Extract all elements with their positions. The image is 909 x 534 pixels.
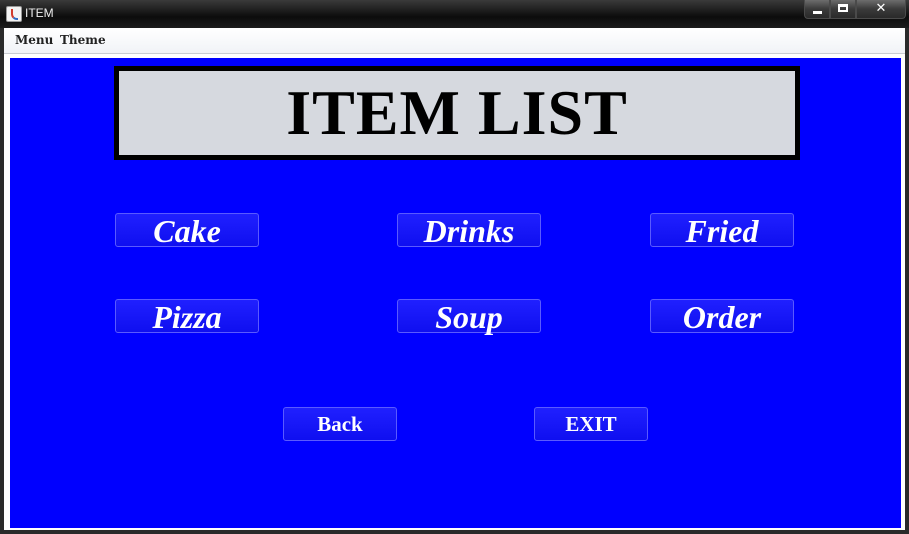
pizza-button[interactable]: Pizza (115, 299, 259, 334)
menu-bar: Menu Theme (4, 28, 905, 54)
window-frame-left (0, 28, 4, 534)
page-title: ITEM LIST (286, 77, 628, 148)
cake-button[interactable]: Cake (115, 213, 259, 248)
java-coffee-icon (6, 6, 22, 22)
title-box: ITEM LIST (114, 66, 800, 160)
soup-button[interactable]: Soup (397, 299, 541, 334)
back-button[interactable]: Back (283, 407, 397, 441)
fried-button[interactable]: Fried (650, 213, 794, 248)
minimize-button[interactable] (804, 0, 830, 19)
menu-theme[interactable]: Theme (60, 33, 106, 47)
minimize-icon (813, 11, 822, 14)
window-titlebar: ITEM ✕ (0, 0, 909, 28)
menu-menu[interactable]: Menu (15, 33, 53, 47)
maximize-icon (838, 4, 848, 12)
window-frame-right (905, 28, 909, 534)
window-frame-bottom (0, 530, 909, 534)
order-button[interactable]: Order (650, 299, 794, 334)
maximize-button[interactable] (830, 0, 856, 19)
exit-button[interactable]: EXIT (534, 407, 648, 441)
close-icon: ✕ (875, 1, 887, 16)
content-panel: ITEM LIST Cake Drinks Fried Pizza Soup O… (10, 58, 901, 528)
close-button[interactable]: ✕ (856, 0, 906, 19)
drinks-button[interactable]: Drinks (397, 213, 541, 248)
window-title: ITEM (25, 6, 54, 20)
window-controls: ✕ (804, 0, 906, 20)
